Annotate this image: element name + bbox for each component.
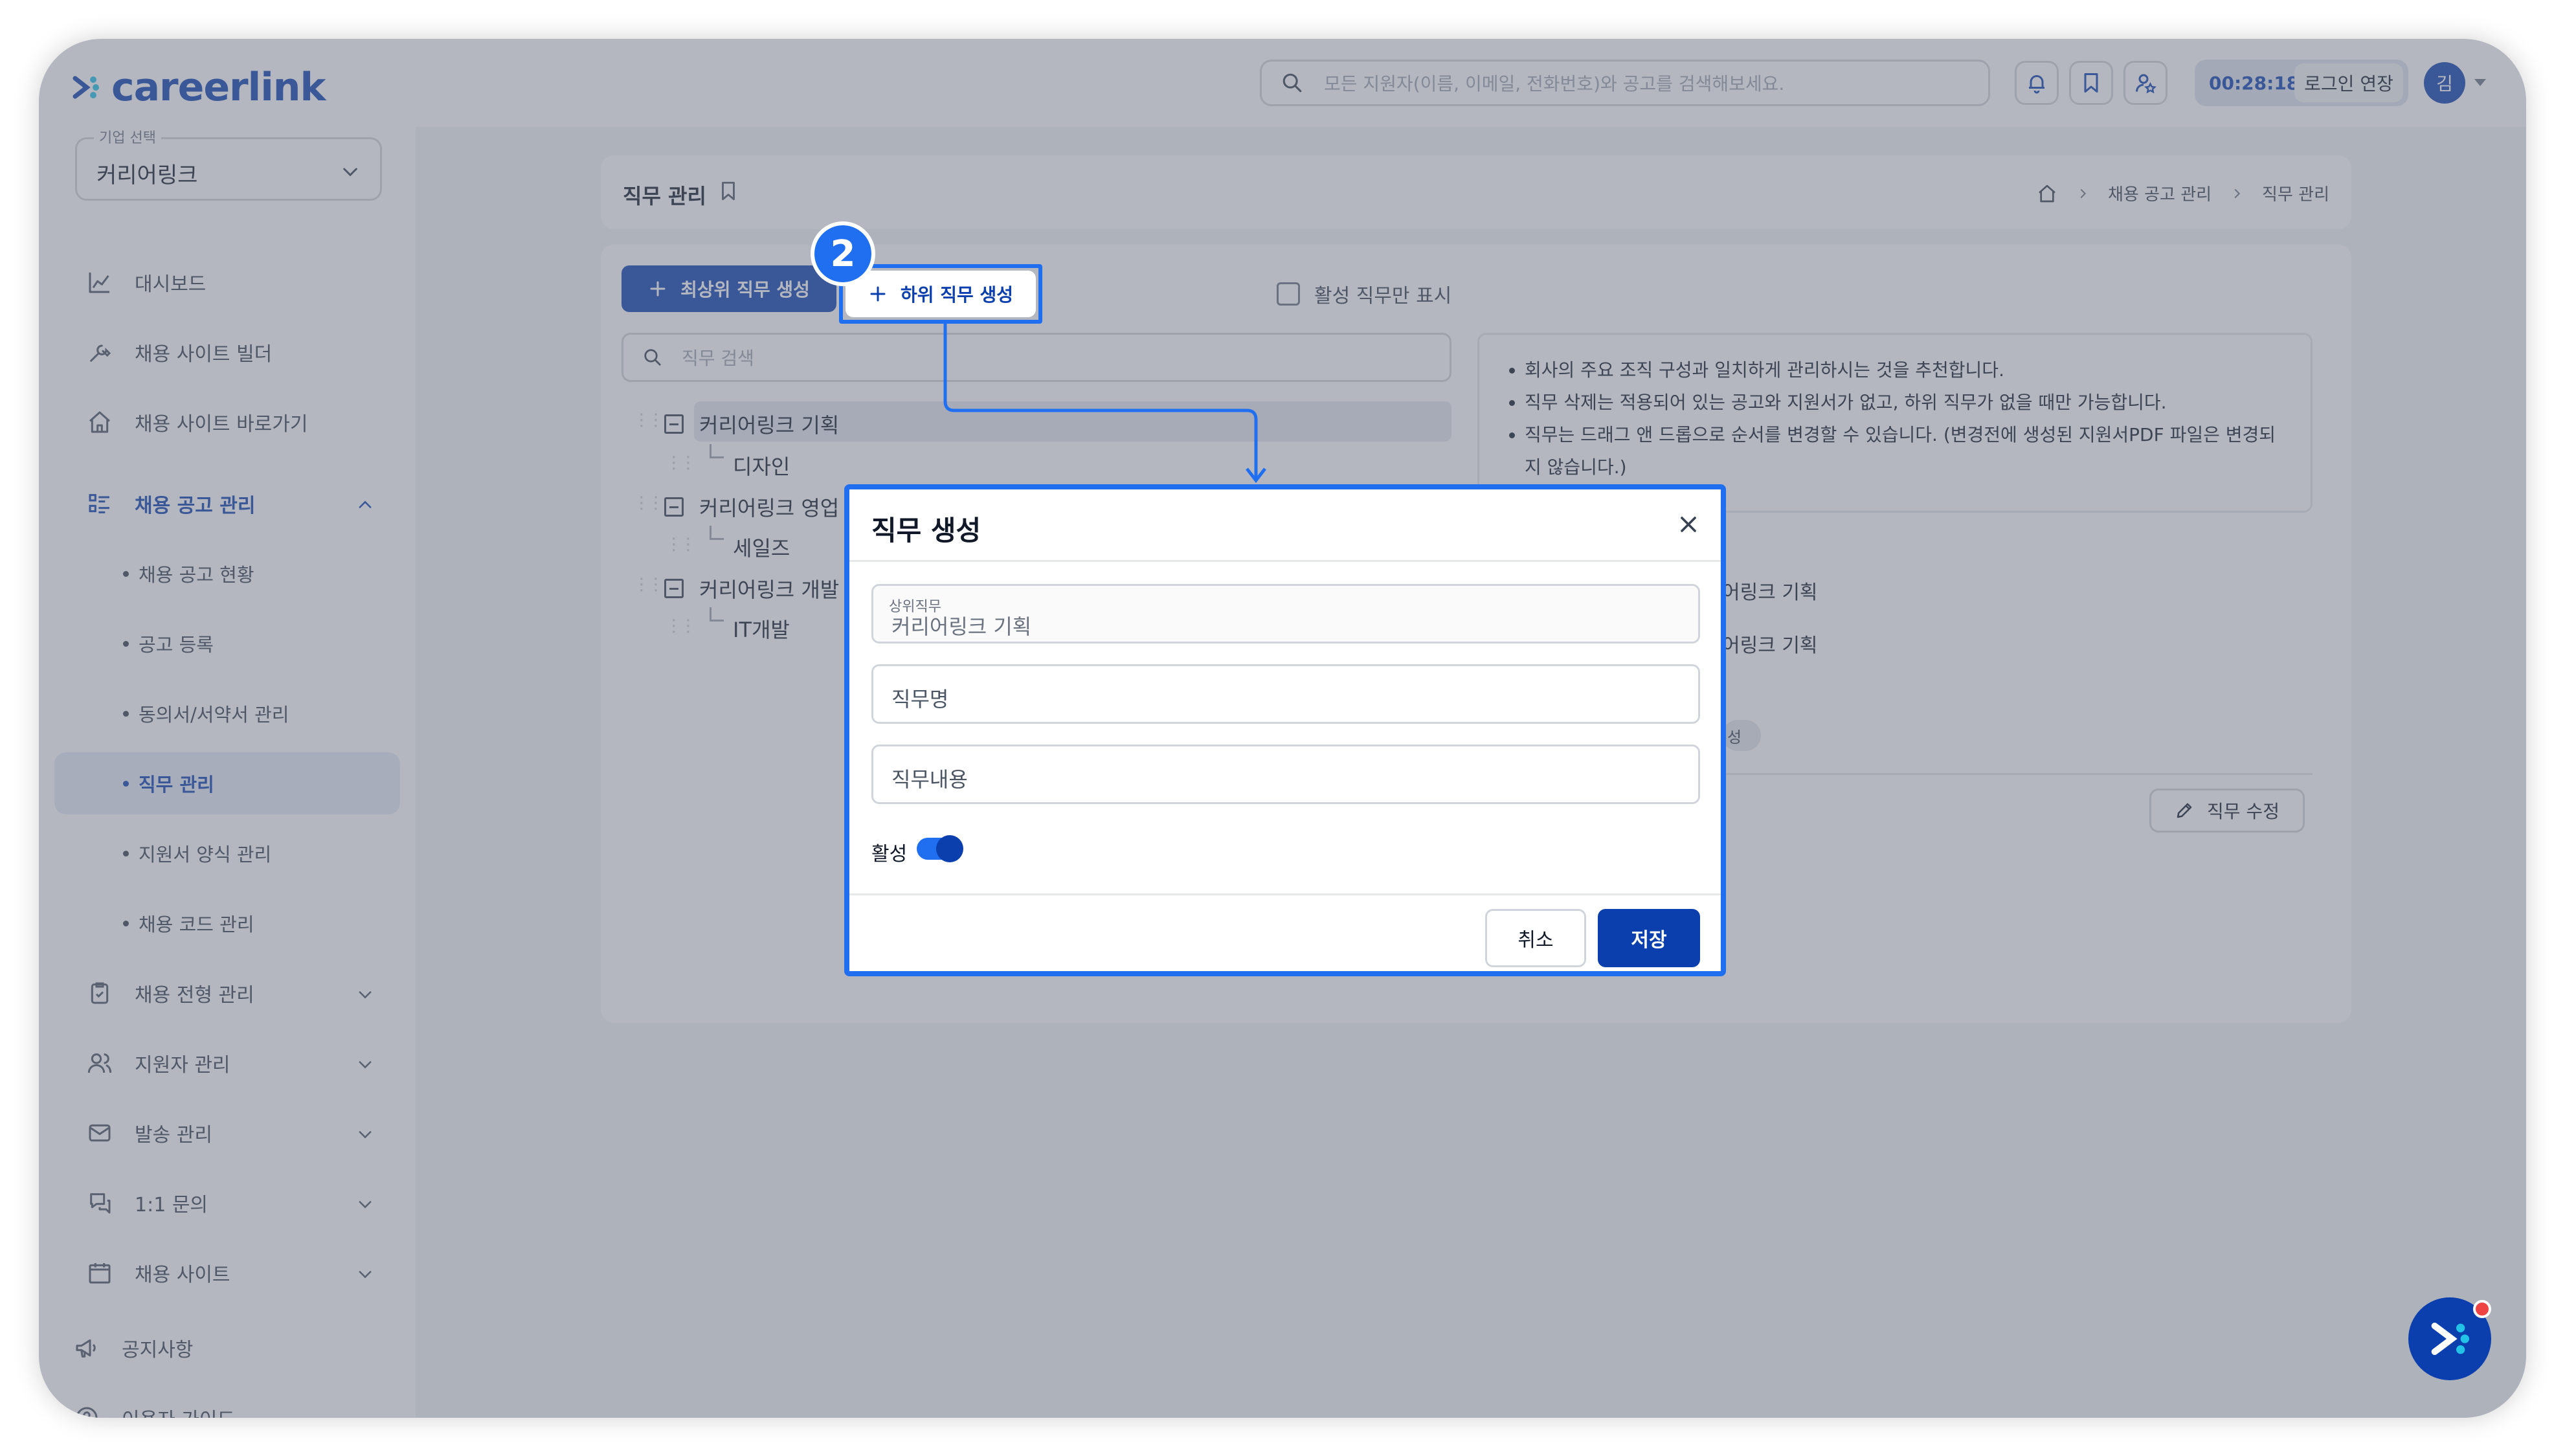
job-name-placeholder: 직무명	[891, 687, 949, 711]
parent-job-value: 커리어링크 기획	[891, 614, 1032, 639]
active-toggle-label: 활성	[871, 843, 908, 866]
create-job-modal: 직무 생성 상위직무 커리어링크 기획 직무명 직무내용 활성 취소 저장	[844, 484, 1726, 976]
create-sub-job-label: 하위 직무 생성	[900, 284, 1014, 306]
job-content-input[interactable]: 직무내용	[871, 745, 1700, 804]
modal-header: 직무 생성	[849, 489, 1721, 562]
close-icon[interactable]	[1675, 511, 1701, 537]
plus-icon	[870, 286, 886, 302]
careerlink-chat-icon	[2431, 1323, 2469, 1355]
modal-footer-divider	[849, 893, 1721, 895]
notification-dot	[2473, 1300, 2491, 1318]
parent-job-field: 상위직무 커리어링크 기획	[871, 584, 1700, 644]
job-content-placeholder: 직무내용	[891, 767, 968, 792]
save-button[interactable]: 저장	[1598, 909, 1700, 967]
modal-title: 직무 생성	[871, 515, 981, 546]
cancel-button[interactable]: 취소	[1485, 909, 1586, 967]
create-sub-job-button-highlighted[interactable]: 하위 직무 생성	[846, 271, 1036, 317]
active-toggle[interactable]	[917, 835, 963, 862]
job-name-input[interactable]: 직무명	[871, 664, 1700, 724]
tutorial-step-badge: 2	[811, 221, 875, 286]
app-frame: careerlink 모든 지원자(이름, 이메일, 전화번호)와 공고를 검색…	[39, 39, 2526, 1418]
